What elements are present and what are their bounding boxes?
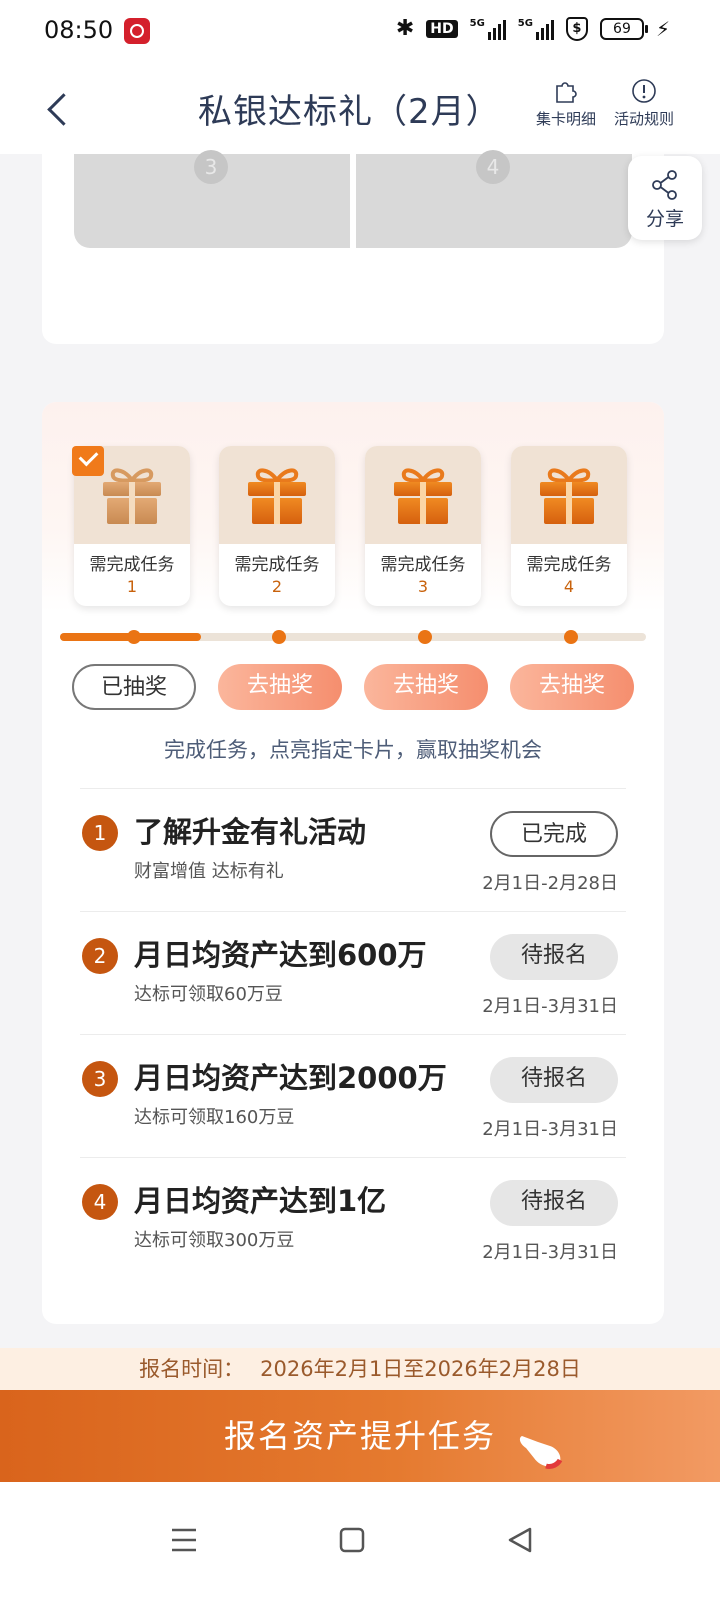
system-back-button[interactable]	[490, 1510, 550, 1570]
gift-card[interactable]: 需完成任务 4	[511, 446, 627, 606]
bluetooth-icon: ✱	[395, 16, 415, 41]
shield-icon: $	[565, 16, 588, 41]
gift-number: 3	[417, 577, 429, 596]
task-list: 1 了解升金有礼活动 财富增值 达标有礼 已完成 2月1日-2月28日 2 月日…	[80, 788, 626, 1280]
signal-label: 5G	[517, 17, 533, 29]
task-row: 3 月日均资产达到2000万 达标可领取160万豆 待报名 2月1日-3月31日	[80, 1034, 626, 1157]
charging-icon: ⚡	[655, 16, 670, 41]
progress-dot	[418, 630, 432, 644]
puzzle-icon	[556, 82, 577, 103]
rules-label: 活动规则	[613, 110, 674, 128]
bank-app-icon	[124, 18, 150, 44]
register-time-bar: 报名时间： 2026年2月1日至2026年2月28日	[0, 1348, 720, 1390]
draw-button[interactable]: 去抽奖	[364, 664, 488, 710]
card-details-label: 集卡明细	[535, 110, 596, 128]
card-slot-number: 3	[194, 150, 228, 184]
card-slot[interactable]: 3	[74, 150, 350, 248]
gift-icon	[394, 468, 452, 524]
info-icon	[632, 79, 656, 103]
task-index: 1	[82, 815, 118, 851]
gift-number: 1	[126, 577, 138, 596]
task-index: 3	[82, 1061, 118, 1097]
task-completed-button[interactable]: 已完成	[490, 811, 618, 857]
progress-dot	[127, 630, 141, 644]
task-row: 1 了解升金有礼活动 财富增值 达标有礼 已完成 2月1日-2月28日	[80, 788, 626, 911]
status-time: 08:50	[44, 16, 114, 44]
recent-apps-button[interactable]	[154, 1510, 214, 1570]
task-date: 2月1日-3月31日	[482, 1119, 618, 1140]
gift-number: 2	[271, 577, 283, 596]
task-subtitle: 达标可领取60万豆	[134, 984, 283, 1005]
progress-dot	[564, 630, 578, 644]
draw-button[interactable]: 去抽奖	[510, 664, 634, 710]
task-title: 月日均资产达到600万	[134, 938, 427, 972]
menu-icon	[172, 1528, 196, 1552]
draw-tip: 完成任务，点亮指定卡片，赢取抽奖机会	[164, 738, 542, 762]
back-button[interactable]	[40, 84, 80, 132]
task-title: 月日均资产达到1亿	[134, 1184, 387, 1218]
task-subtitle: 财富增值 达标有礼	[134, 861, 284, 882]
signal-icon: 5G	[470, 18, 506, 40]
task-index: 4	[82, 1184, 118, 1220]
task-register-button[interactable]: 待报名	[490, 1057, 618, 1103]
back-triangle-icon	[508, 1527, 532, 1553]
task-title: 了解升金有礼活动	[134, 815, 367, 849]
share-button[interactable]: 分享	[628, 156, 702, 240]
task-date: 2月1日-3月31日	[482, 1242, 618, 1263]
gift-label: 需完成任务	[380, 555, 466, 575]
home-square-icon	[339, 1527, 365, 1553]
register-time-label: 报名时间：	[139, 1357, 245, 1381]
drawn-button[interactable]: 已抽奖	[72, 664, 196, 710]
task-subtitle: 达标可领取300万豆	[134, 1230, 295, 1251]
card-slot[interactable]: 4	[356, 150, 632, 248]
page-title: 私银达标礼（2月）	[198, 92, 501, 132]
gift-label: 需完成任务	[234, 555, 320, 575]
system-nav-bar	[0, 1482, 720, 1600]
lottery-panel: 需完成任务 1 需完成任务 2 需完成任务 3 需完成任务 4 已抽奖 去抽奖 …	[42, 402, 664, 1324]
rules-button[interactable]: 活动规则	[602, 78, 686, 129]
register-task-button[interactable]: 报名资产提升任务	[0, 1390, 720, 1482]
gift-icon	[248, 468, 306, 524]
gift-label: 需完成任务	[89, 555, 175, 575]
share-icon	[652, 170, 677, 200]
pointing-hand-icon	[519, 1436, 563, 1469]
task-title: 月日均资产达到2000万	[134, 1061, 447, 1095]
register-task-label: 报名资产提升任务	[223, 1417, 496, 1455]
status-bar: 08:50 ✱ HD 5G 5G $ 69 ⚡	[0, 0, 720, 62]
status-icons: ✱ HD 5G 5G $ 69 ⚡	[396, 16, 670, 41]
progress-dot	[272, 630, 286, 644]
register-time-value: 2026年2月1日至2026年2月28日	[260, 1357, 581, 1381]
gift-number: 4	[563, 577, 575, 596]
task-row: 4 月日均资产达到1亿 达标可领取300万豆 待报名 2月1日-3月31日	[80, 1157, 626, 1280]
task-index: 2	[82, 938, 118, 974]
card-slot-number: 4	[476, 150, 510, 184]
task-subtitle: 达标可领取160万豆	[134, 1107, 295, 1128]
signal-icon: 5G	[518, 18, 554, 40]
gift-card[interactable]: 需完成任务 2	[219, 446, 335, 606]
gift-icon	[103, 468, 161, 524]
gift-card[interactable]: 需完成任务 3	[365, 446, 481, 606]
task-date: 2月1日-2月28日	[482, 873, 618, 894]
home-button[interactable]	[322, 1510, 382, 1570]
task-progress-bar	[60, 630, 646, 644]
card-collection-panel: 3 4	[42, 140, 664, 344]
draw-button[interactable]: 去抽奖	[218, 664, 342, 710]
gift-icon	[540, 468, 598, 524]
task-register-button[interactable]: 待报名	[490, 1180, 618, 1226]
hd-icon: HD	[426, 19, 458, 38]
card-details-button[interactable]: 集卡明细	[524, 78, 608, 129]
gift-label: 需完成任务	[526, 555, 612, 575]
battery-icon: 69	[599, 17, 648, 40]
task-register-button[interactable]: 待报名	[490, 934, 618, 980]
task-date: 2月1日-3月31日	[482, 996, 618, 1017]
task-row: 2 月日均资产达到600万 达标可领取60万豆 待报名 2月1日-3月31日	[80, 911, 626, 1034]
signal-label: 5G	[469, 17, 485, 29]
share-label: 分享	[645, 208, 684, 230]
checkmark-icon	[72, 446, 104, 476]
